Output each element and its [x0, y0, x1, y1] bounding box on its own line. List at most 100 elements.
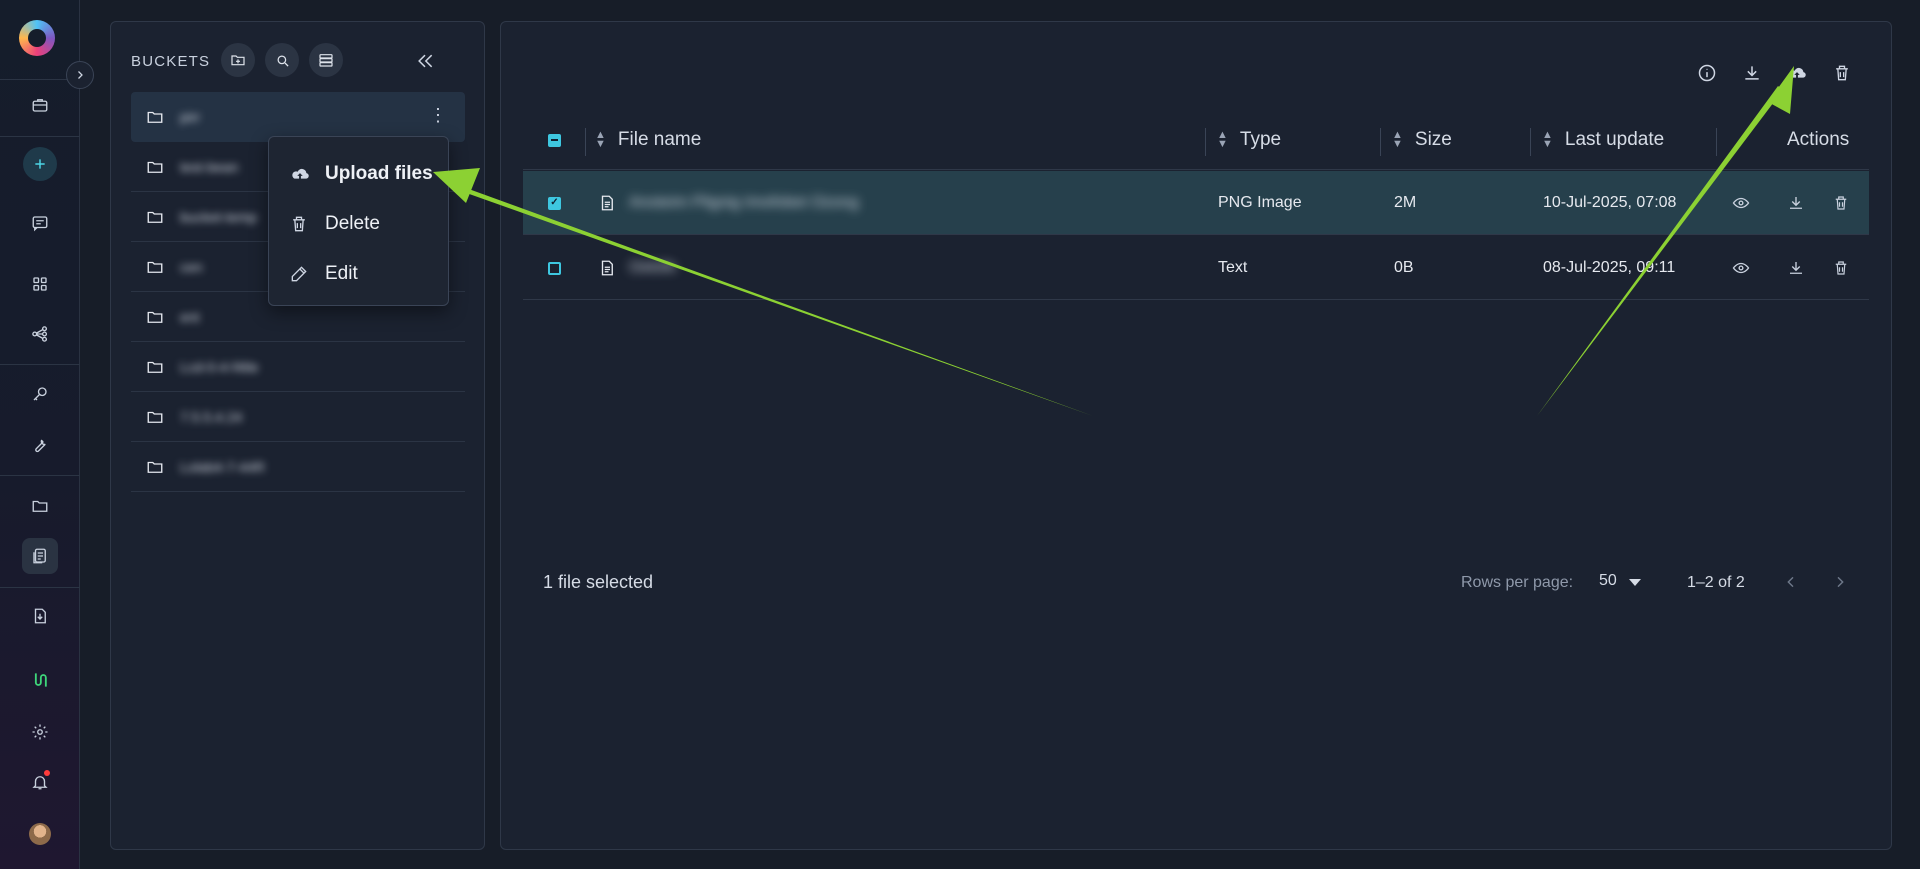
file-size: 0B [1394, 259, 1414, 276]
double-chevron-left-icon [418, 54, 433, 68]
bucket-name: Lolab4-7-44R [180, 458, 265, 475]
pencil-icon [289, 264, 311, 284]
select-all-checkbox[interactable] [548, 110, 561, 170]
column-label: Size [1414, 129, 1452, 150]
kebab-menu-icon[interactable]: ⋮ [429, 106, 447, 124]
bucket-item[interactable]: Lolab4-7-44R [131, 442, 465, 492]
column-label: Last update [1564, 129, 1665, 150]
view-icon[interactable] [1729, 191, 1753, 215]
bucket-name: Lcd-0-4-f4tle [180, 358, 259, 375]
grid-icon[interactable] [22, 266, 58, 302]
bucket-name: cen [180, 258, 203, 275]
pagination-range: 1–2 of 2 [1687, 574, 1745, 591]
column-separator [1530, 128, 1531, 156]
buckets-title: BUCKETS [131, 53, 211, 70]
collapse-panel-button[interactable] [411, 47, 439, 75]
chevron-left-icon [1787, 576, 1794, 588]
delete-button[interactable] [1827, 58, 1857, 88]
column-label: File name [617, 129, 702, 150]
table-row[interactable]: Oelofe Text 0B 08-Jul-2025, 09:11 [523, 236, 1869, 300]
workflow-icon[interactable] [22, 316, 58, 352]
divider [0, 364, 80, 365]
file-download-icon[interactable] [22, 598, 58, 634]
divider [0, 136, 80, 137]
selection-count: 1 file selected [543, 572, 654, 592]
bucket-name: 7.5.5.4.24 [180, 408, 243, 425]
file-name[interactable]: Anoteim Plignig Imofobet Ozong [629, 171, 858, 235]
table-row[interactable]: ✓ Anoteim Plignig Imofobet Ozong PNG Ima… [523, 171, 1869, 235]
bucket-item[interactable]: pirr ⋮ [131, 92, 465, 142]
info-button[interactable] [1692, 58, 1722, 88]
previous-page-button[interactable] [1779, 570, 1803, 594]
files-panel: ▲ ▼ File name ▲ ▼ Type ▲ ▼ Size ▲ ▼ Last upd… [500, 21, 1892, 850]
cloud-upload-icon [1789, 67, 1806, 78]
avatar[interactable] [29, 823, 51, 845]
trash-icon[interactable] [1829, 256, 1853, 280]
column-label: Type [1239, 129, 1282, 150]
search-buckets-button[interactable] [265, 43, 299, 77]
caret-down-icon[interactable] [1629, 579, 1641, 586]
column-file-name[interactable]: ▲ ▼ File name [595, 110, 701, 170]
column-type[interactable]: ▲ ▼ Type [1217, 110, 1281, 170]
folder-icon[interactable] [22, 488, 58, 524]
flow-icon[interactable] [22, 662, 58, 698]
download-button[interactable] [1737, 58, 1767, 88]
row-checkbox[interactable]: ✓ [548, 171, 561, 235]
add-bucket-button[interactable] [221, 43, 255, 77]
folder-icon [147, 111, 163, 123]
file-last-update: 10-Jul-2025, 07:08 [1543, 194, 1677, 211]
divider [0, 475, 80, 476]
column-separator [1380, 128, 1381, 156]
plus-icon[interactable] [23, 147, 57, 181]
file-icon [598, 236, 616, 300]
view-icon[interactable] [1729, 256, 1753, 280]
files-icon[interactable] [22, 538, 58, 574]
download-icon [1745, 66, 1759, 80]
rows-per-page-select[interactable]: 50 [1599, 572, 1617, 590]
file-name[interactable]: Oelofe [629, 236, 676, 300]
cloud-upload-icon [289, 163, 311, 185]
rows-per-page-label: Rows per page: [1461, 574, 1574, 591]
next-page-button[interactable] [1828, 570, 1852, 594]
key-icon[interactable] [22, 376, 58, 412]
app-sidebar [0, 0, 80, 869]
folder-icon [147, 411, 163, 423]
chat-icon[interactable] [22, 205, 58, 241]
download-icon[interactable] [1784, 191, 1808, 215]
menu-item-delete[interactable]: Delete [269, 199, 448, 249]
bucket-item[interactable]: 7.5.5.4.24 [131, 392, 465, 442]
chevron-right-icon [78, 71, 83, 79]
bucket-item[interactable]: Lcd-0-4-f4tle [131, 342, 465, 392]
briefcase-icon[interactable] [22, 87, 58, 123]
sort-icon: ▲ ▼ [1217, 129, 1228, 150]
column-size[interactable]: ▲ ▼ Size [1392, 110, 1452, 170]
sidebar-expand-button[interactable] [66, 61, 94, 89]
column-separator [1716, 128, 1717, 156]
download-icon[interactable] [1784, 256, 1808, 280]
storage-button[interactable] [309, 43, 343, 77]
bucket-name: ent [180, 308, 200, 325]
column-last-update[interactable]: ▲ ▼ Last update [1542, 110, 1664, 170]
settings-icon[interactable] [22, 714, 58, 750]
folder-icon [147, 261, 163, 273]
menu-item-label: Edit [325, 263, 358, 284]
row-checkbox[interactable] [548, 236, 561, 300]
bucket-name: bucket-temp [180, 208, 258, 225]
sort-icon: ▲ ▼ [1392, 129, 1403, 150]
chevron-right-icon [1837, 576, 1844, 588]
folder-icon [147, 311, 163, 323]
menu-item-label: Delete [325, 213, 380, 234]
file-size: 2M [1394, 194, 1417, 211]
menu-item-upload-files[interactable]: Upload files [269, 149, 448, 199]
trash-icon[interactable] [1829, 191, 1853, 215]
info-icon [1698, 64, 1716, 82]
trash-icon [289, 214, 311, 234]
file-icon [598, 171, 616, 235]
menu-item-edit[interactable]: Edit [269, 249, 448, 299]
bell-icon[interactable] [22, 764, 58, 800]
app-logo[interactable] [19, 20, 55, 56]
divider [0, 587, 80, 588]
column-actions: Actions [1787, 129, 1850, 150]
upload-button[interactable] [1782, 58, 1812, 88]
wrench-icon[interactable] [22, 427, 58, 463]
